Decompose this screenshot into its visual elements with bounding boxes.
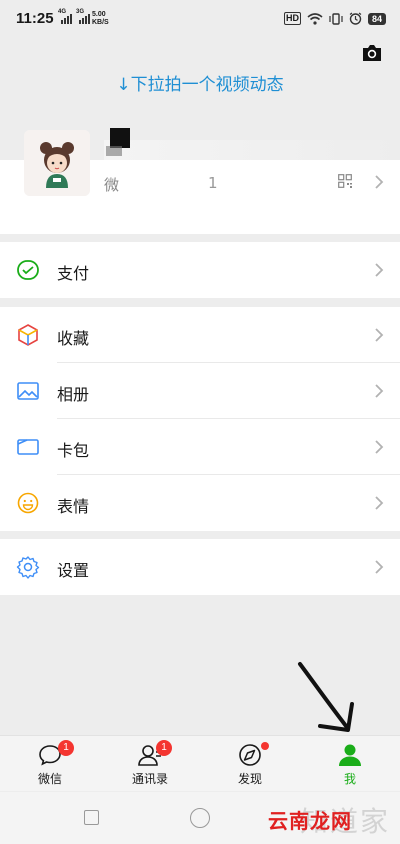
tab-me-label: 我 [343, 772, 356, 786]
avatar-girl-illustration [24, 130, 90, 196]
wifi-icon [307, 12, 323, 25]
qr-code-icon[interactable] [338, 174, 352, 188]
nickname-redacted [110, 128, 130, 148]
cards-label: 卡包 [57, 441, 90, 460]
album-picture-icon [17, 382, 39, 400]
watermark-logo: 云南龙网 [268, 809, 352, 833]
vibrate-icon [329, 12, 343, 25]
settings-label: 设置 [57, 561, 90, 580]
tab-chats-label: 微信 [37, 772, 62, 786]
nickname-redacted-fragment [106, 146, 122, 156]
chevron-right-icon [375, 440, 384, 454]
wechat-id-prefix: 微 [104, 176, 121, 194]
album-label: 相册 [57, 385, 90, 404]
person-icon [339, 744, 361, 766]
pull-down-video-hint[interactable]: ↓下拉拍一个视频动态 [0, 70, 400, 95]
status-bar: 11:25 4G 3G 5.00 KB/S HD 84 [0, 0, 400, 40]
tab-contacts-label: 通讯录 [131, 772, 168, 786]
annotation-arrow-icon [298, 662, 354, 732]
bottom-tab-bar: 1 微信 1 通讯录 发现 我 [0, 735, 400, 791]
chevron-right-icon [375, 328, 384, 342]
tab-discover-label: 发现 [237, 772, 262, 786]
stickers-row[interactable]: 表情 [0, 475, 400, 531]
tab-contacts[interactable]: 1 通讯录 [100, 736, 200, 791]
alarm-icon [349, 12, 362, 25]
album-row[interactable]: 相册 [0, 363, 400, 419]
chevron-right-icon [375, 496, 384, 510]
camera-icon[interactable] [361, 43, 383, 63]
new-moment-dot [261, 742, 269, 750]
card-wallet-icon [17, 439, 39, 455]
signal-icon: 3G [76, 9, 90, 24]
pay-section: 支付 [0, 242, 400, 298]
pay-label: 支付 [57, 264, 90, 283]
network-speed: 5.00 KB/S [92, 11, 109, 26]
avatar[interactable] [24, 130, 90, 196]
cards-row[interactable]: 卡包 [0, 419, 400, 475]
compass-icon [239, 744, 261, 766]
signal-icon: 4G [58, 9, 72, 24]
chevron-right-icon [375, 175, 384, 189]
hd-voice-icon: HD [283, 12, 301, 25]
gear-icon [16, 556, 40, 579]
cellular-signals: 4G 3G [58, 9, 90, 24]
unread-badge: 1 [156, 740, 172, 756]
status-time: 11:25 [16, 10, 54, 27]
tab-chats[interactable]: 1 微信 [0, 736, 100, 791]
unread-badge: 1 [58, 740, 74, 756]
smiley-icon [17, 492, 39, 514]
wechat-id-suffix: 1 [208, 174, 218, 192]
home-button[interactable] [190, 808, 210, 828]
chevron-right-icon [375, 263, 384, 277]
battery-icon: 84 [367, 12, 386, 25]
recent-apps-button[interactable] [84, 810, 99, 825]
tab-discover[interactable]: 发现 [200, 736, 300, 791]
favorites-cube-icon [18, 324, 38, 346]
favorites-label: 收藏 [57, 329, 90, 348]
stickers-label: 表情 [57, 497, 90, 516]
chevron-right-icon [375, 560, 384, 574]
tab-me[interactable]: 我 [300, 736, 400, 791]
favorites-row[interactable]: 收藏 [0, 307, 400, 363]
tools-section: 收藏 相册 卡包 表情 [0, 307, 400, 531]
wechat-id-redaction [122, 172, 208, 192]
pay-row[interactable]: 支付 [0, 242, 400, 298]
profile-banner [104, 140, 400, 160]
wechat-pay-icon [17, 260, 39, 280]
chevron-right-icon [375, 384, 384, 398]
settings-row[interactable]: 设置 [0, 539, 400, 595]
status-right-icons: HD 84 [283, 12, 386, 25]
settings-section: 设置 [0, 539, 400, 595]
